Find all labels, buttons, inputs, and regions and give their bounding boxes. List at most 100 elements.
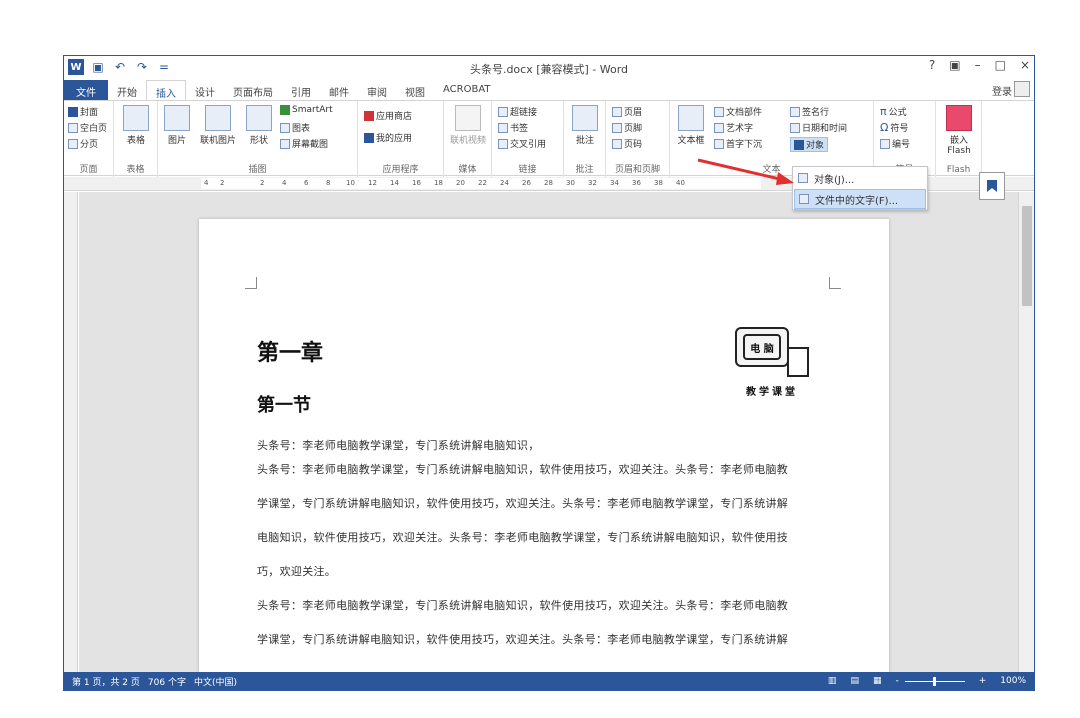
- help-button[interactable]: ?: [929, 58, 935, 72]
- store-button[interactable]: 应用商店: [364, 109, 412, 122]
- drop-cap-button[interactable]: 首字下沉: [714, 137, 762, 150]
- smartart-button[interactable]: SmartArt: [280, 105, 333, 115]
- word-count-status[interactable]: 706 个字: [148, 675, 186, 688]
- bookmark-button[interactable]: 书签: [498, 121, 528, 134]
- ribbon-display-button[interactable]: ▣: [949, 58, 960, 72]
- smartart-icon: [280, 105, 290, 115]
- group-label-tables: 表格: [126, 165, 145, 175]
- ruler-tick: 20: [456, 179, 465, 187]
- wordart-button[interactable]: 艺术字: [714, 121, 753, 134]
- print-layout-icon[interactable]: ▤: [850, 676, 859, 686]
- tab-mailings[interactable]: 邮件: [320, 80, 358, 100]
- cross-reference-button[interactable]: 交叉引用: [498, 137, 546, 150]
- online-picture-button[interactable]: 联机图片: [196, 105, 240, 146]
- page-count-status[interactable]: 第 1 页，共 2 页: [72, 675, 140, 688]
- logo-screen-text: 电 脑: [743, 334, 781, 360]
- margin-corner-left: [245, 277, 257, 289]
- my-apps-icon: [364, 132, 374, 143]
- close-button[interactable]: ×: [1020, 58, 1030, 72]
- wordart-icon: [714, 122, 724, 133]
- ruler-tick: 4: [282, 179, 287, 187]
- numbering-icon: [880, 138, 890, 149]
- chart-button[interactable]: 图表: [280, 121, 310, 134]
- zoom-slider-thumb[interactable]: [932, 676, 936, 686]
- web-layout-icon[interactable]: ▦: [873, 676, 882, 686]
- symbol-button[interactable]: Ω 符号: [880, 121, 908, 134]
- drop-cap-icon: [714, 138, 724, 149]
- language-status[interactable]: 中文(中国): [194, 675, 237, 688]
- group-label-apps: 应用程序: [382, 165, 419, 175]
- zoom-level[interactable]: 100%: [1000, 676, 1026, 686]
- object-icon: [794, 139, 804, 150]
- tab-review[interactable]: 审阅: [358, 80, 396, 100]
- minimize-button[interactable]: –: [975, 58, 981, 72]
- paragraph-line: 电脑知识，软件使用技巧，欢迎关注。头条号：李老师电脑教学课堂，专门系统讲解电脑知…: [257, 531, 789, 544]
- insert-flash-button[interactable]: 嵌入 Flash: [942, 105, 976, 156]
- group-flash: 嵌入 Flash Flash: [936, 101, 982, 177]
- ruler-tick: 16: [412, 179, 421, 187]
- quick-parts-button[interactable]: 文档部件: [714, 105, 762, 118]
- ruler-tick: 18: [434, 179, 443, 187]
- read-mode-icon[interactable]: ▥: [828, 676, 837, 686]
- numbering-button[interactable]: 编号: [880, 137, 910, 150]
- window-title: 头条号.docx [兼容模式] - Word: [469, 63, 629, 76]
- tab-insert[interactable]: 插入: [146, 80, 186, 100]
- document-page[interactable]: 第一章 第一节 电 脑 教学课堂 头条号：李老师电脑教学课堂，专门系统讲解电脑知…: [199, 219, 889, 673]
- my-apps-button[interactable]: 我的应用: [364, 131, 412, 144]
- paragraph-line: 头条号：李老师电脑教学课堂，专门系统讲解电脑知识，软件使用技巧，欢迎关注。头条号…: [257, 463, 789, 476]
- scrollbar-thumb[interactable]: [1022, 206, 1032, 306]
- tab-view[interactable]: 视图: [396, 80, 434, 100]
- vertical-ruler[interactable]: [64, 192, 78, 673]
- omega-icon: Ω: [880, 121, 889, 134]
- equation-button[interactable]: π 公式: [880, 105, 907, 118]
- online-video-button[interactable]: 联机视频: [448, 105, 488, 146]
- section-heading: 第一节: [257, 395, 311, 416]
- login-link[interactable]: 登录: [992, 83, 1012, 98]
- date-time-button[interactable]: 日期和时间: [790, 121, 847, 134]
- group-pages: 封面 空白页 分页 页面: [64, 101, 114, 177]
- hyperlink-button[interactable]: 超链接: [498, 105, 537, 118]
- page-break-button[interactable]: 分页: [68, 137, 98, 150]
- picture-button[interactable]: 图片: [160, 105, 194, 146]
- object-button[interactable]: 对象: [790, 137, 829, 152]
- shapes-icon: [246, 105, 272, 131]
- menu-item-text-from-file[interactable]: 文件中的文字(F)...: [794, 189, 926, 209]
- footer-button[interactable]: 页脚: [612, 121, 642, 134]
- comment-button[interactable]: 批注: [568, 105, 602, 146]
- tab-file[interactable]: 文件: [64, 80, 108, 100]
- status-bar: 第 1 页，共 2 页 706 个字 中文(中国) ▥ ▤ ▦ - + 100%: [64, 672, 1034, 690]
- zoom-in-button[interactable]: +: [979, 676, 987, 686]
- textbox-icon: [678, 105, 704, 131]
- header-button[interactable]: 页眉: [612, 105, 642, 118]
- maximize-button[interactable]: □: [995, 58, 1006, 72]
- online-picture-icon: [205, 105, 231, 131]
- cover-icon: [68, 106, 78, 117]
- textbox-button[interactable]: 文本框: [672, 105, 710, 146]
- tab-references[interactable]: 引用: [282, 80, 320, 100]
- table-icon: [123, 105, 149, 131]
- logo-caption: 教学课堂: [746, 387, 798, 398]
- signature-line-button[interactable]: 签名行: [790, 105, 829, 118]
- paragraph-line: 头条号：李老师电脑教学课堂，专门系统讲解电脑知识，软件使用技巧，欢迎关注。头条号…: [257, 599, 789, 612]
- comment-icon: [572, 105, 598, 131]
- page-number-button[interactable]: 页码: [612, 137, 642, 150]
- group-label-flash: Flash: [946, 165, 971, 175]
- tab-layout[interactable]: 页面布局: [224, 80, 282, 100]
- group-media: 联机视频 媒体: [444, 101, 492, 177]
- blank-page-button[interactable]: 空白页: [68, 121, 107, 134]
- screenshot-icon: [280, 138, 290, 149]
- zoom-slider[interactable]: [904, 676, 965, 686]
- cover-page-button[interactable]: 封面: [68, 105, 98, 118]
- bookmark-sidebar-button[interactable]: [979, 172, 1005, 200]
- tab-design[interactable]: 设计: [186, 80, 224, 100]
- shapes-button[interactable]: 形状: [242, 105, 276, 146]
- avatar[interactable]: [1014, 81, 1030, 97]
- margin-corner-right: [829, 277, 841, 289]
- tab-acrobat[interactable]: ACROBAT: [434, 80, 500, 100]
- zoom-out-button[interactable]: -: [895, 676, 898, 686]
- table-button[interactable]: 表格: [119, 105, 153, 146]
- tab-home[interactable]: 开始: [108, 80, 146, 100]
- screenshot-button[interactable]: 屏幕截图: [280, 137, 328, 150]
- vertical-scrollbar[interactable]: [1018, 192, 1034, 673]
- menu-item-object[interactable]: 对象(J)...: [794, 168, 926, 188]
